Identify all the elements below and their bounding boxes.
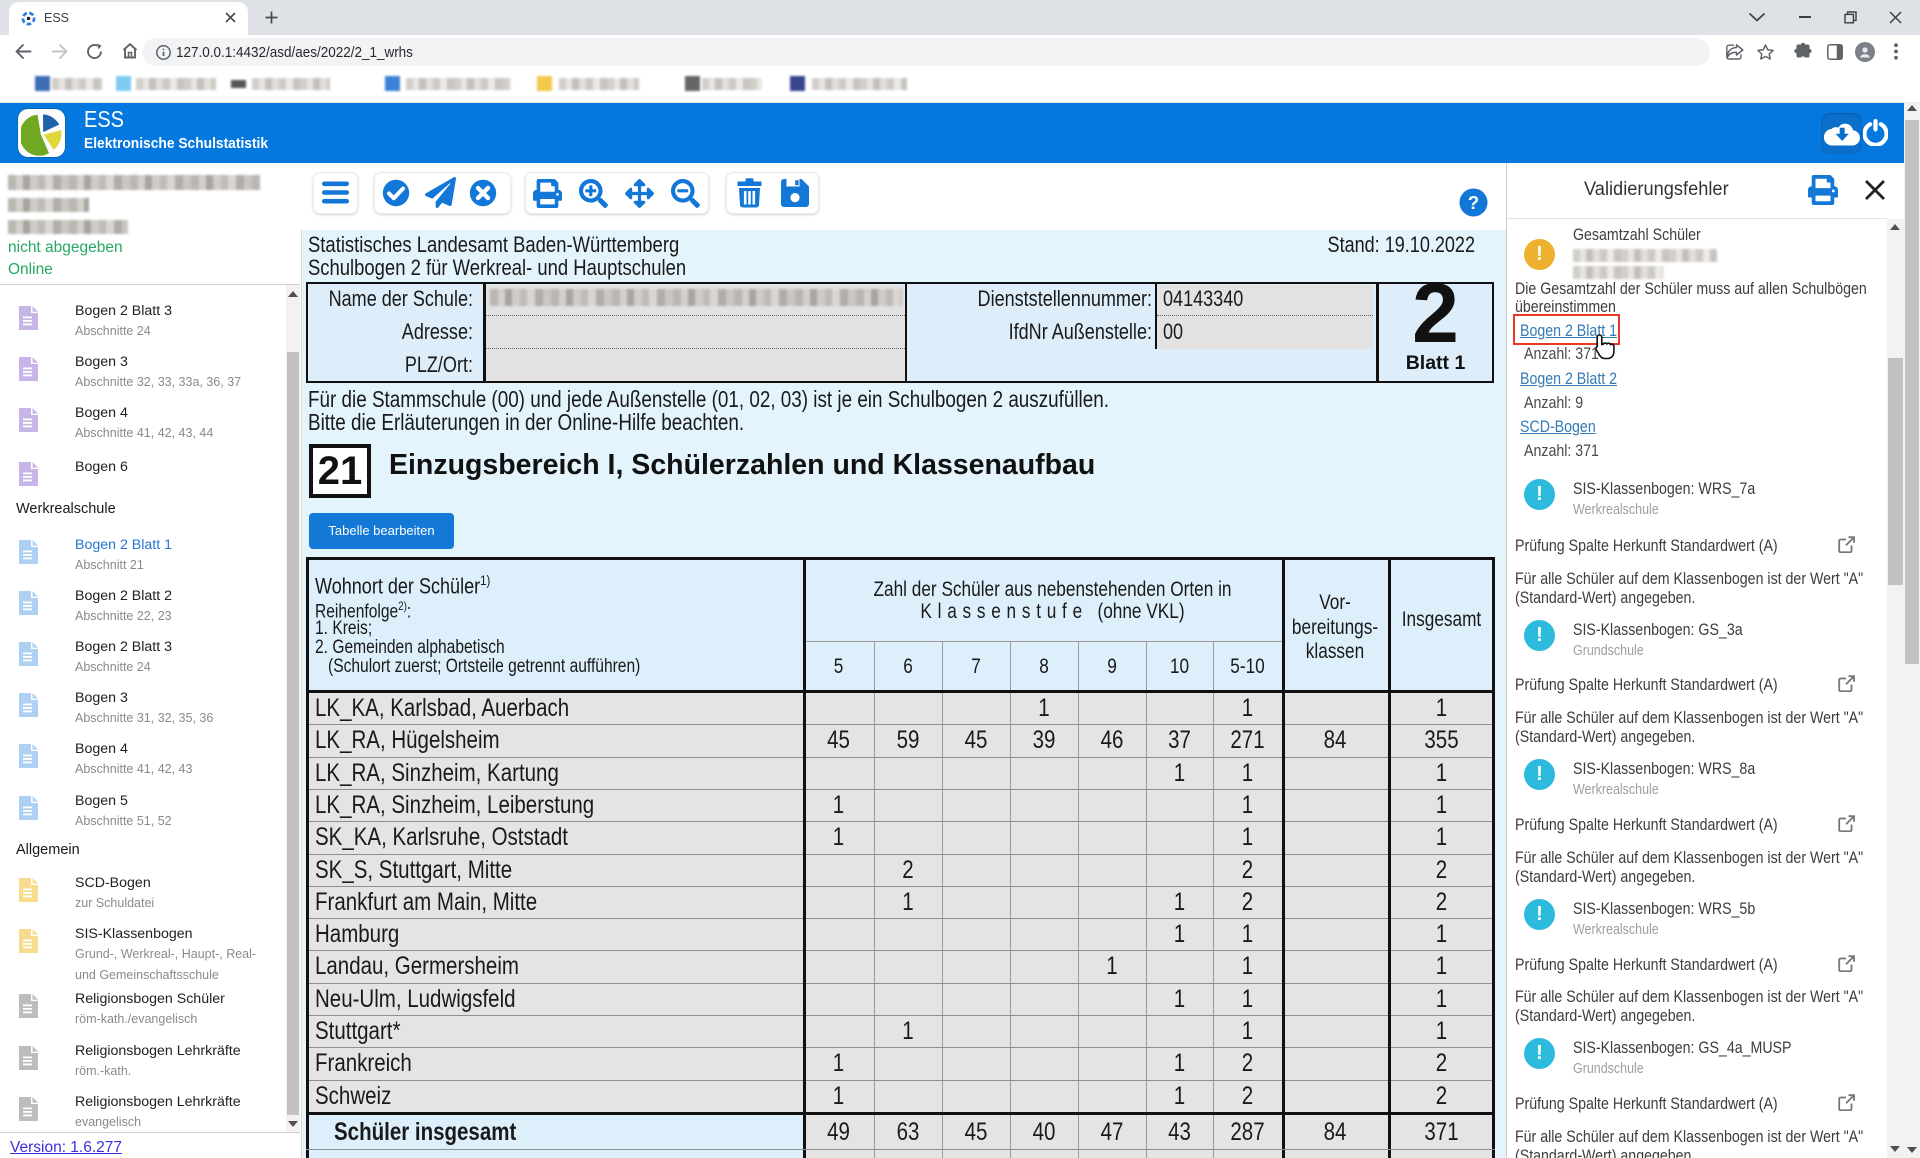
svg-text:?: ? bbox=[1468, 192, 1479, 213]
